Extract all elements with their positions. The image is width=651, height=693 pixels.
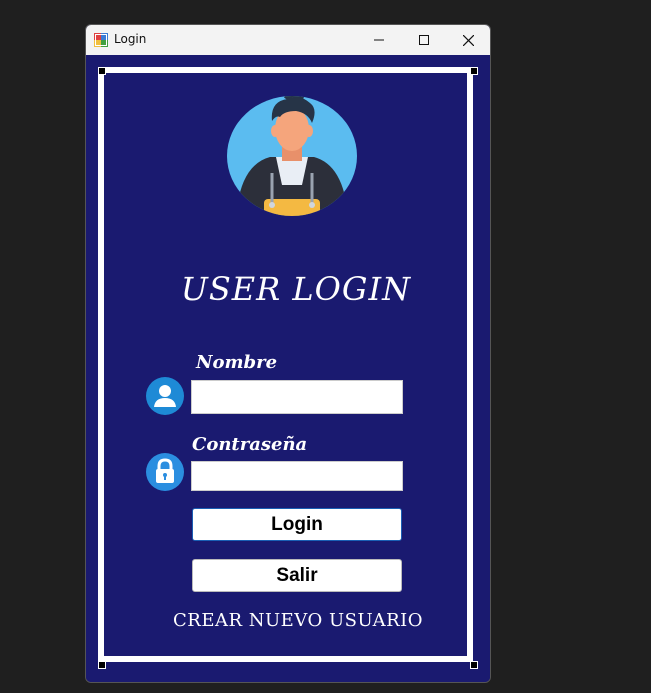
window-title: Login (114, 32, 147, 46)
minimize-icon (373, 39, 384, 41)
nombre-label: Nombre (196, 352, 278, 373)
minimize-button[interactable] (356, 25, 401, 55)
form-client-area: USER LOGIN Nombre Contraseña Login Salir… (86, 55, 490, 682)
resize-handle-bottom-left[interactable] (98, 661, 106, 669)
resize-handle-bottom-right[interactable] (470, 661, 478, 669)
password-label: Contraseña (192, 434, 308, 455)
app-icon (94, 33, 108, 47)
password-input[interactable] (191, 461, 403, 491)
resize-handle-top-left[interactable] (98, 67, 106, 75)
login-window: Login USER LOGIN Nombre Contraseña Login… (85, 24, 491, 683)
title-bar[interactable]: Login (86, 25, 490, 55)
maximize-button[interactable] (401, 25, 446, 55)
close-icon (463, 34, 474, 46)
login-button[interactable]: Login (192, 508, 402, 541)
lock-icon (146, 453, 184, 491)
nombre-input[interactable] (191, 380, 403, 414)
close-button[interactable] (446, 25, 490, 55)
user-icon (146, 377, 184, 415)
salir-button[interactable]: Salir (192, 559, 402, 592)
resize-handle-top-right[interactable] (470, 67, 478, 75)
maximize-icon (418, 35, 429, 45)
create-user-link[interactable]: CREAR NUEVO USUARIO (86, 610, 490, 631)
user-avatar-icon (227, 96, 357, 216)
page-title: USER LOGIN (180, 270, 412, 308)
